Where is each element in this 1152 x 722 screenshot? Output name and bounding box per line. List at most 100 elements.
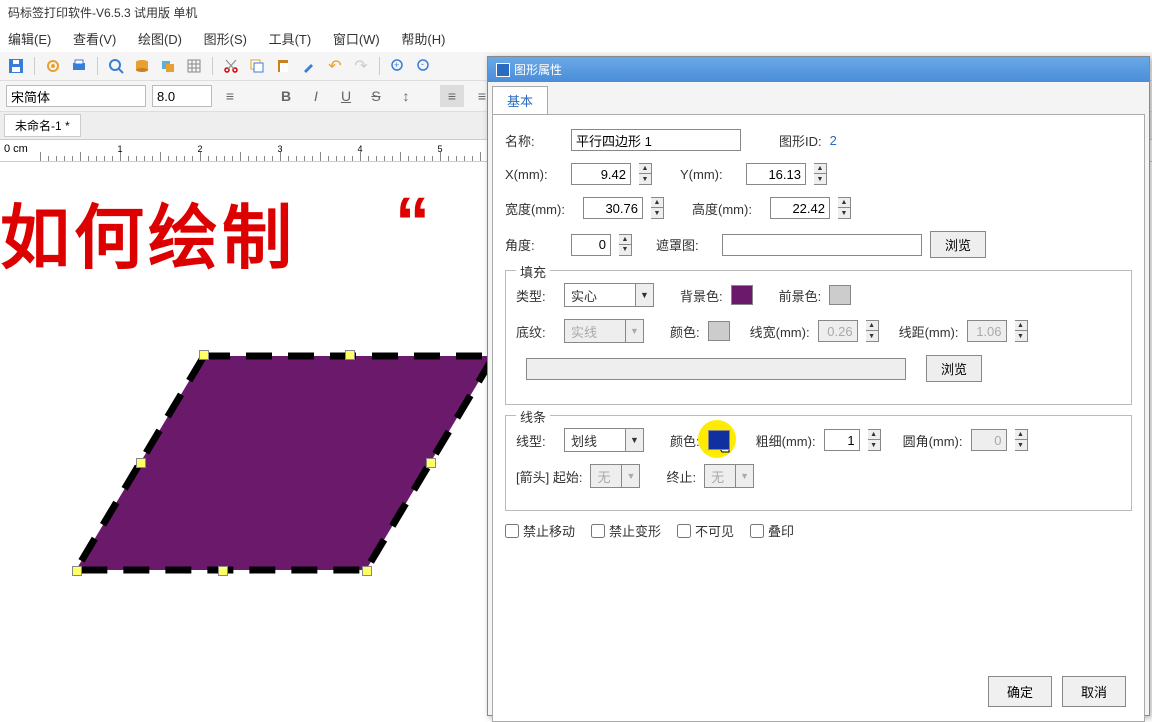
bg-color-swatch[interactable] xyxy=(731,285,753,305)
line-width-input xyxy=(818,320,858,342)
fg-color-swatch[interactable] xyxy=(829,285,851,305)
fill-path-input xyxy=(526,358,906,380)
width-label: 宽度(mm): xyxy=(505,199,575,218)
invisible-checkbox[interactable]: 不可见 xyxy=(677,521,734,540)
line-color-label: 颜色: xyxy=(670,431,700,450)
line-group-title: 线条 xyxy=(516,407,550,426)
save-icon[interactable] xyxy=(6,56,26,76)
dialog-title-text: 图形属性 xyxy=(514,61,562,78)
menu-edit[interactable]: 编辑(E) xyxy=(8,32,51,47)
pattern-color-label: 颜色: xyxy=(670,322,700,341)
zoom-icon[interactable] xyxy=(106,56,126,76)
browse-fill-button[interactable]: 浏览 xyxy=(926,355,982,382)
svg-text:+: + xyxy=(394,60,399,70)
arrow-start-combo: 无▼ xyxy=(590,464,640,488)
undo-icon[interactable]: ↶ xyxy=(325,56,345,76)
strike-button[interactable]: S xyxy=(364,85,388,107)
font-family-select[interactable] xyxy=(6,85,146,107)
selected-parallelogram[interactable] xyxy=(70,352,500,574)
line-type-combo[interactable]: 划线▼ xyxy=(564,428,644,452)
database-icon[interactable] xyxy=(132,56,152,76)
fg-color-label: 前景色: xyxy=(779,286,822,305)
name-input[interactable] xyxy=(571,129,741,151)
line-color-swatch[interactable] xyxy=(708,430,730,450)
zoom-out-icon[interactable]: - xyxy=(414,56,434,76)
layers-icon[interactable] xyxy=(158,56,178,76)
dialog-icon xyxy=(496,63,510,77)
pattern-color-swatch xyxy=(708,321,730,341)
weight-spinner[interactable]: ▲▼ xyxy=(868,429,881,451)
tab-basic[interactable]: 基本 xyxy=(492,86,548,114)
y-input[interactable] xyxy=(746,163,806,185)
angle-spinner[interactable]: ▲▼ xyxy=(619,234,632,256)
x-input[interactable] xyxy=(571,163,631,185)
line-spacing-input xyxy=(967,320,1007,342)
redo-icon[interactable]: ↷ xyxy=(351,56,371,76)
zoom-in-icon[interactable]: + xyxy=(388,56,408,76)
arrow-end-combo: 无▼ xyxy=(704,464,754,488)
bold-button[interactable]: B xyxy=(274,85,298,107)
line-height-icon[interactable]: ≡ xyxy=(218,85,242,107)
height-label: 高度(mm): xyxy=(692,199,762,218)
italic-button[interactable]: I xyxy=(304,85,328,107)
overprint-checkbox[interactable]: 叠印 xyxy=(750,521,794,540)
menu-help[interactable]: 帮助(H) xyxy=(401,32,445,47)
browse-mask-button[interactable]: 浏览 xyxy=(930,231,986,258)
grid-icon[interactable] xyxy=(184,56,204,76)
align-left-icon[interactable]: ≡ xyxy=(440,85,464,107)
menu-tools[interactable]: 工具(T) xyxy=(269,32,312,47)
pattern-label: 底纹: xyxy=(516,322,556,341)
gear-icon[interactable] xyxy=(43,56,63,76)
round-spinner: ▲▼ xyxy=(1015,429,1028,451)
underline-button[interactable]: U xyxy=(334,85,358,107)
arrow-start-label: [箭头] 起始: xyxy=(516,467,582,486)
round-corner-input xyxy=(971,429,1007,451)
copy-icon[interactable] xyxy=(247,56,267,76)
width-spinner[interactable]: ▲▼ xyxy=(651,197,664,219)
brush-icon[interactable] xyxy=(299,56,319,76)
paste-icon[interactable] xyxy=(273,56,293,76)
line-width-label: 线宽(mm): xyxy=(750,322,810,341)
doc-tab-1[interactable]: 未命名-1 * xyxy=(4,114,81,137)
y-label: Y(mm): xyxy=(680,167,738,182)
height-spinner[interactable]: ▲▼ xyxy=(838,197,851,219)
angle-input[interactable] xyxy=(571,234,611,256)
menu-view[interactable]: 查看(V) xyxy=(73,32,116,47)
svg-text:-: - xyxy=(421,59,424,69)
font-size-input[interactable] xyxy=(152,85,212,107)
line-group: 线条 线型: 划线▼ 颜色: 粗细(mm): ▲▼ 圆角(mm): ▲▼ [箭头… xyxy=(505,415,1132,511)
width-input[interactable] xyxy=(583,197,643,219)
mask-input[interactable] xyxy=(722,234,922,256)
name-label: 名称: xyxy=(505,131,563,150)
fill-type-combo[interactable]: 实心▼ xyxy=(564,283,654,307)
fill-group-title: 填充 xyxy=(516,262,550,281)
x-spinner[interactable]: ▲▼ xyxy=(639,163,652,185)
round-corner-label: 圆角(mm): xyxy=(903,431,963,450)
cut-icon[interactable] xyxy=(221,56,241,76)
pattern-combo: 实线▼ xyxy=(564,319,644,343)
fill-type-label: 类型: xyxy=(516,286,556,305)
fill-group: 填充 类型: 实心▼ 背景色: 前景色: 底纹: 实线▼ 颜色: 线宽(mm):… xyxy=(505,270,1132,405)
lock-move-checkbox[interactable]: 禁止移动 xyxy=(505,521,575,540)
arrow-end-label: 终止: xyxy=(666,467,696,486)
menu-bar: 编辑(E) 查看(V) 绘图(D) 图形(S) 工具(T) 窗口(W) 帮助(H… xyxy=(0,25,1152,52)
x-label: X(mm): xyxy=(505,167,563,182)
dialog-title-bar[interactable]: 图形属性 xyxy=(488,57,1149,82)
line-weight-input[interactable] xyxy=(824,429,860,451)
print-icon[interactable] xyxy=(69,56,89,76)
app-title-bar: 码标签打印软件-V6.5.3 试用版 单机 xyxy=(0,0,1152,25)
menu-shape[interactable]: 图形(S) xyxy=(204,32,247,47)
line-spacing-label: 线距(mm): xyxy=(899,322,959,341)
cancel-button[interactable]: 取消 xyxy=(1062,676,1126,707)
ruler-origin-label: 0 cm xyxy=(4,143,28,155)
line-weight-label: 粗细(mm): xyxy=(756,431,816,450)
height-input[interactable] xyxy=(770,197,830,219)
menu-window[interactable]: 窗口(W) xyxy=(333,32,380,47)
angle-label: 角度: xyxy=(505,235,563,254)
canvas-quote: “ xyxy=(395,182,430,262)
ok-button[interactable]: 确定 xyxy=(988,676,1052,707)
y-spinner[interactable]: ▲▼ xyxy=(814,163,827,185)
arrow-up-icon[interactable]: ↕ xyxy=(394,85,418,107)
menu-draw[interactable]: 绘图(D) xyxy=(138,32,182,47)
lock-transform-checkbox[interactable]: 禁止变形 xyxy=(591,521,661,540)
